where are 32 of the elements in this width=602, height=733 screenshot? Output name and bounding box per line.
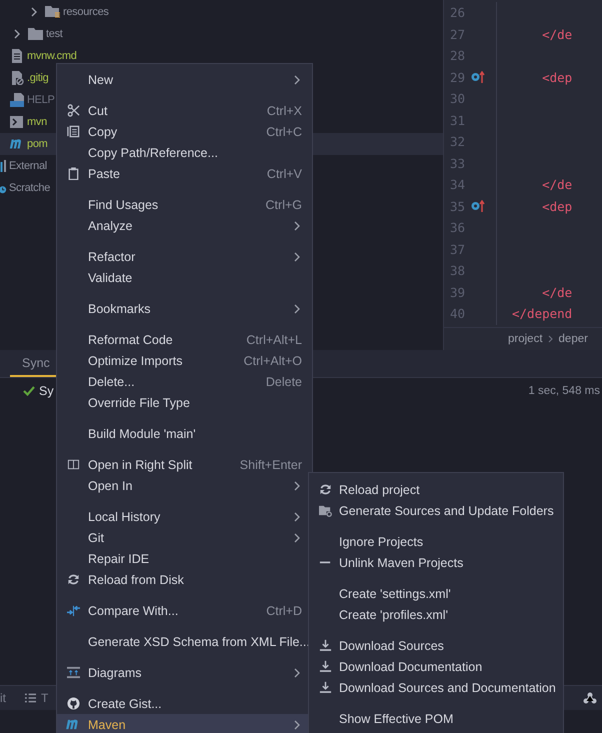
line-number: 33 — [448, 156, 465, 171]
line-number: 34 — [448, 177, 465, 192]
file-name: .gitig — [27, 72, 48, 84]
code-line: </depend — [512, 306, 572, 322]
line-number: 40 — [448, 306, 465, 322]
code-line: <dep — [541, 198, 572, 214]
duration-text: 1 sec, 548 ms — [528, 385, 601, 397]
line-number: 37 — [448, 242, 465, 257]
line-number: 27 — [448, 26, 465, 42]
code-line: </de — [541, 284, 572, 300]
file-name: External — [9, 160, 47, 172]
code-line: </de — [541, 177, 572, 192]
line-number: 39 — [448, 284, 465, 300]
file-name: mvnw.cmd — [27, 50, 77, 62]
line-number: 30 — [448, 91, 465, 106]
line-number: 31 — [448, 112, 465, 128]
file-name: pom — [27, 138, 48, 150]
line-number: 28 — [448, 48, 465, 64]
file-name: Scratche — [9, 182, 50, 194]
line-number: 35 — [448, 198, 465, 214]
line-number: 38 — [448, 263, 465, 278]
code-line: </de — [541, 26, 572, 42]
sync-label: Sy — [39, 384, 54, 398]
file-name: mvn — [27, 116, 47, 128]
file-name: resources — [63, 6, 109, 18]
file-name: test — [46, 28, 63, 40]
line-number: 29 — [448, 70, 465, 85]
line-number: 26 — [448, 5, 465, 20]
line-number: 32 — [448, 134, 465, 150]
line-number: 36 — [448, 220, 465, 236]
file-name: HELP — [27, 94, 55, 106]
code-line: <dep — [541, 70, 572, 85]
